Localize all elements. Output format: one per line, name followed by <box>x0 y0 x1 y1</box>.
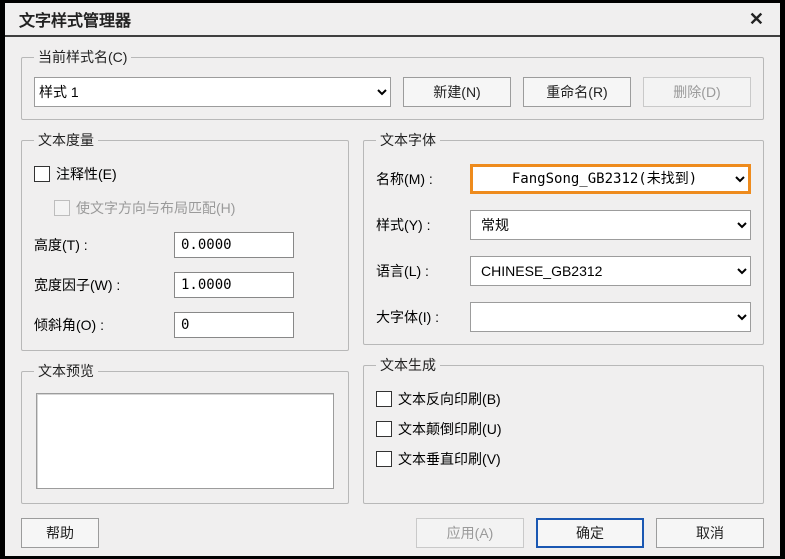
text-generation-legend: 文本生成 <box>376 355 440 375</box>
font-name-row: 名称(M) : FangSong_GB2312(未找到) <box>376 164 751 194</box>
text-font-legend: 文本字体 <box>376 130 440 150</box>
font-lang-label: 语言(L) : <box>376 261 462 281</box>
upsidedown-checkbox[interactable] <box>376 421 392 437</box>
vertical-row: 文本垂直印刷(V) <box>376 449 751 469</box>
font-style-select[interactable]: 常规 <box>470 210 751 240</box>
oblique-input[interactable] <box>174 312 294 338</box>
font-name-select[interactable]: FangSong_GB2312(未找到) <box>470 164 751 194</box>
cancel-button[interactable]: 取消 <box>656 518 764 548</box>
bottom-button-row: 帮助 应用(A) 确定 取消 <box>21 514 764 548</box>
annotative-row: 注释性(E) <box>34 164 336 184</box>
font-bigfont-row: 大字体(I) : <box>376 302 751 332</box>
width-factor-input[interactable] <box>174 272 294 298</box>
height-label: 高度(T) : <box>34 235 174 255</box>
dialog-content: 当前样式名(C) 样式 1 新建(N) 重命名(R) 删除(D) 文本度量 <box>5 37 780 556</box>
text-generation-group: 文本生成 文本反向印刷(B) 文本颠倒印刷(U) 文本垂直印刷(V) <box>363 355 764 504</box>
font-bigfont-label: 大字体(I) : <box>376 307 462 327</box>
current-style-select[interactable]: 样式 1 <box>34 77 391 107</box>
match-orient-label: 使文字方向与布局匹配(H) <box>76 198 235 218</box>
font-name-label: 名称(M) : <box>376 169 462 189</box>
text-metrics-group: 文本度量 注释性(E) 使文字方向与布局匹配(H) 高度(T) : <box>21 130 349 351</box>
dialog-title: 文字样式管理器 <box>19 7 131 31</box>
font-lang-row: 语言(L) : CHINESE_GB2312 <box>376 256 751 286</box>
font-style-label: 样式(Y) : <box>376 215 462 235</box>
width-factor-label: 宽度因子(W) : <box>34 275 174 295</box>
font-bigfont-select[interactable] <box>470 302 751 332</box>
backwards-row: 文本反向印刷(B) <box>376 389 751 409</box>
annotative-checkbox[interactable] <box>34 166 50 182</box>
text-preview-legend: 文本预览 <box>34 361 98 381</box>
current-style-group: 当前样式名(C) 样式 1 新建(N) 重命名(R) 删除(D) <box>21 47 764 120</box>
height-input[interactable] <box>174 232 294 258</box>
upsidedown-row: 文本颠倒印刷(U) <box>376 419 751 439</box>
help-button[interactable]: 帮助 <box>21 518 99 548</box>
height-row: 高度(T) : <box>34 232 336 258</box>
oblique-row: 倾斜角(O) : <box>34 312 336 338</box>
text-preview-group: 文本预览 <box>21 361 349 504</box>
oblique-label: 倾斜角(O) : <box>34 315 174 335</box>
delete-button: 删除(D) <box>643 77 751 107</box>
middle-columns: 文本度量 注释性(E) 使文字方向与布局匹配(H) 高度(T) : <box>21 130 764 504</box>
match-orient-checkbox <box>54 200 70 216</box>
vertical-checkbox[interactable] <box>376 451 392 467</box>
text-font-group: 文本字体 名称(M) : FangSong_GB2312(未找到) 样式(Y) <box>363 130 764 345</box>
font-lang-select[interactable]: CHINESE_GB2312 <box>470 256 751 286</box>
match-orient-row: 使文字方向与布局匹配(H) <box>54 198 336 218</box>
left-column: 文本度量 注释性(E) 使文字方向与布局匹配(H) 高度(T) : <box>21 130 349 504</box>
upsidedown-label: 文本颠倒印刷(U) <box>398 419 501 439</box>
backwards-label: 文本反向印刷(B) <box>398 389 501 409</box>
current-style-legend: 当前样式名(C) <box>34 47 131 67</box>
text-metrics-legend: 文本度量 <box>34 130 98 150</box>
titlebar: 文字样式管理器 ✕ <box>5 3 780 35</box>
preview-box <box>36 393 334 489</box>
vertical-label: 文本垂直印刷(V) <box>398 449 501 469</box>
backwards-checkbox[interactable] <box>376 391 392 407</box>
text-style-manager-dialog: 文字样式管理器 ✕ 当前样式名(C) 样式 1 新建(N) 重命名(R) 删除(… <box>5 3 780 556</box>
apply-button: 应用(A) <box>416 518 524 548</box>
width-factor-row: 宽度因子(W) : <box>34 272 336 298</box>
rename-button[interactable]: 重命名(R) <box>523 77 631 107</box>
new-button[interactable]: 新建(N) <box>403 77 511 107</box>
annotative-label: 注释性(E) <box>56 164 117 184</box>
font-style-row: 样式(Y) : 常规 <box>376 210 751 240</box>
ok-button[interactable]: 确定 <box>536 518 644 548</box>
close-icon[interactable]: ✕ <box>741 5 772 34</box>
right-column: 文本字体 名称(M) : FangSong_GB2312(未找到) 样式(Y) <box>363 130 764 504</box>
